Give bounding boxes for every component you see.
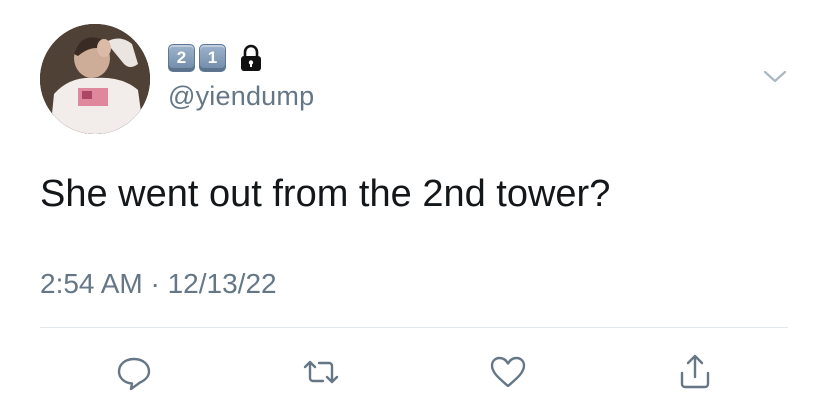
user-handle[interactable]: @yiendump bbox=[168, 81, 314, 112]
tweet-text: She went out from the 2nd tower? bbox=[40, 173, 611, 215]
reply-button[interactable] bbox=[114, 352, 154, 392]
retweet-button[interactable] bbox=[301, 352, 341, 392]
display-name[interactable]: 2 1 bbox=[168, 43, 264, 73]
keycap-badge-2: 2 bbox=[168, 44, 195, 72]
tweet-timestamp[interactable]: 2:54 AM · 12/13/22 bbox=[40, 268, 277, 300]
lock-icon bbox=[241, 44, 261, 71]
reply-icon bbox=[117, 357, 151, 391]
heart-icon bbox=[490, 356, 526, 388]
chevron-down-icon[interactable] bbox=[762, 68, 788, 86]
like-button[interactable] bbox=[488, 352, 528, 392]
divider bbox=[40, 327, 788, 328]
retweet-icon bbox=[303, 360, 339, 384]
share-icon bbox=[680, 354, 710, 389]
avatar[interactable] bbox=[40, 24, 150, 134]
share-button[interactable] bbox=[675, 352, 715, 392]
keycap-badge-1: 1 bbox=[199, 44, 226, 72]
